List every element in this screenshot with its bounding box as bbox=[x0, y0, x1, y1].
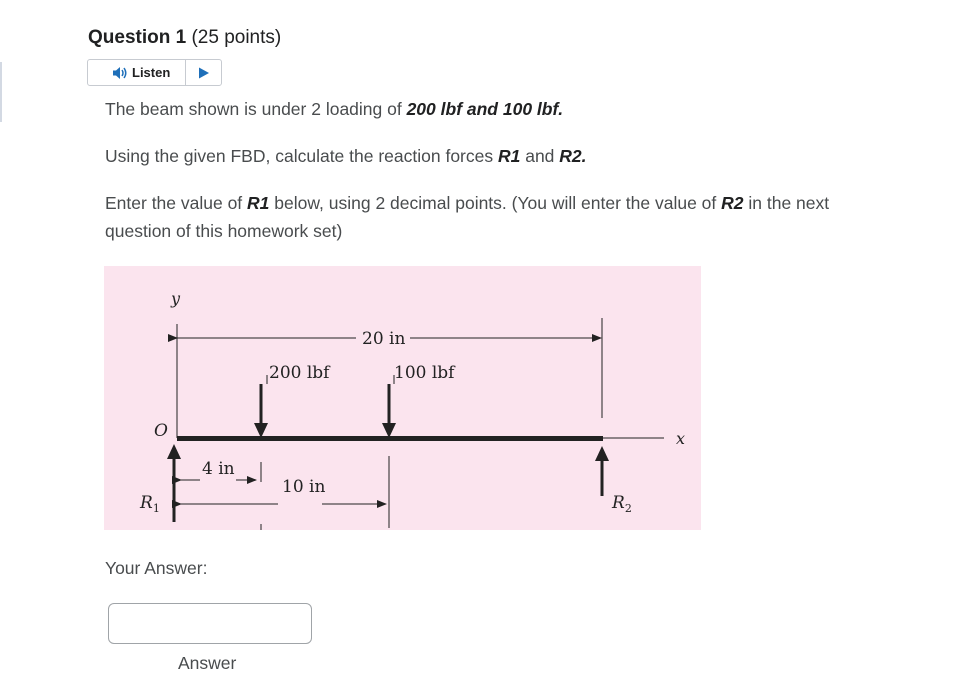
answer-caption: Answer bbox=[178, 653, 237, 673]
question-number: Question 1 bbox=[88, 27, 187, 48]
question-points: (25 points) bbox=[186, 27, 282, 48]
answer-instruction: Enter the value of R1 below, using 2 dec… bbox=[105, 189, 845, 245]
instruction-text: Using the given FBD, calculate the react… bbox=[105, 146, 498, 166]
origin-label: O bbox=[154, 421, 168, 441]
answer-instruction-middle: below, using 2 decimal points. (You will… bbox=[269, 193, 722, 213]
dim-4-label: 4 in bbox=[202, 459, 235, 479]
problem-text: The beam shown is under 2 loading of bbox=[105, 99, 407, 119]
dim-total-label: 20 in bbox=[362, 329, 405, 349]
dim-10-label: 10 in bbox=[282, 477, 325, 497]
instruction-r2: R2. bbox=[559, 146, 587, 166]
speaker-icon bbox=[113, 66, 127, 79]
instruction-and: and bbox=[520, 146, 560, 166]
listen-control: Listen bbox=[87, 59, 222, 86]
r2-label: R2 bbox=[611, 493, 632, 515]
listen-button[interactable]: Listen bbox=[88, 60, 186, 85]
answer-instruction-r2: R2 bbox=[721, 193, 744, 213]
your-answer-label: Your Answer: bbox=[105, 558, 208, 578]
beam-diagram: y 20 in x O 200 lbf 100 lbf R1 R2 4 in 1… bbox=[139, 289, 685, 530]
answer-instruction-text: Enter the value of bbox=[105, 193, 248, 213]
page-edge-bar bbox=[0, 62, 2, 122]
load-100-arrowhead bbox=[382, 423, 396, 438]
listen-label: Listen bbox=[132, 65, 171, 80]
y-axis-label: y bbox=[170, 289, 181, 308]
answer-input[interactable] bbox=[108, 603, 312, 644]
play-button[interactable] bbox=[186, 67, 221, 79]
question-title: Question 1 (25 points) bbox=[88, 27, 281, 49]
play-icon bbox=[198, 67, 209, 78]
load-200-arrowhead bbox=[254, 423, 268, 438]
answer-instruction-r1: R1 bbox=[247, 193, 270, 213]
problem-statement: The beam shown is under 2 loading of 200… bbox=[105, 95, 845, 123]
r2-arrowhead bbox=[595, 446, 609, 461]
problem-instruction: Using the given FBD, calculate the react… bbox=[105, 142, 845, 170]
x-axis-label: x bbox=[676, 429, 685, 448]
load-200-label: 200 lbf bbox=[269, 363, 331, 383]
r1-arrowhead bbox=[167, 444, 181, 459]
instruction-r1: R1 bbox=[497, 146, 521, 166]
r1-label: R1 bbox=[139, 493, 160, 515]
problem-loads: 200 lbf and 100 lbf. bbox=[406, 99, 564, 119]
beam-fbd-figure: y 20 in x O 200 lbf 100 lbf R1 R2 4 in 1… bbox=[104, 266, 701, 530]
load-100-label: 100 lbf bbox=[394, 363, 456, 383]
beam bbox=[177, 436, 603, 441]
